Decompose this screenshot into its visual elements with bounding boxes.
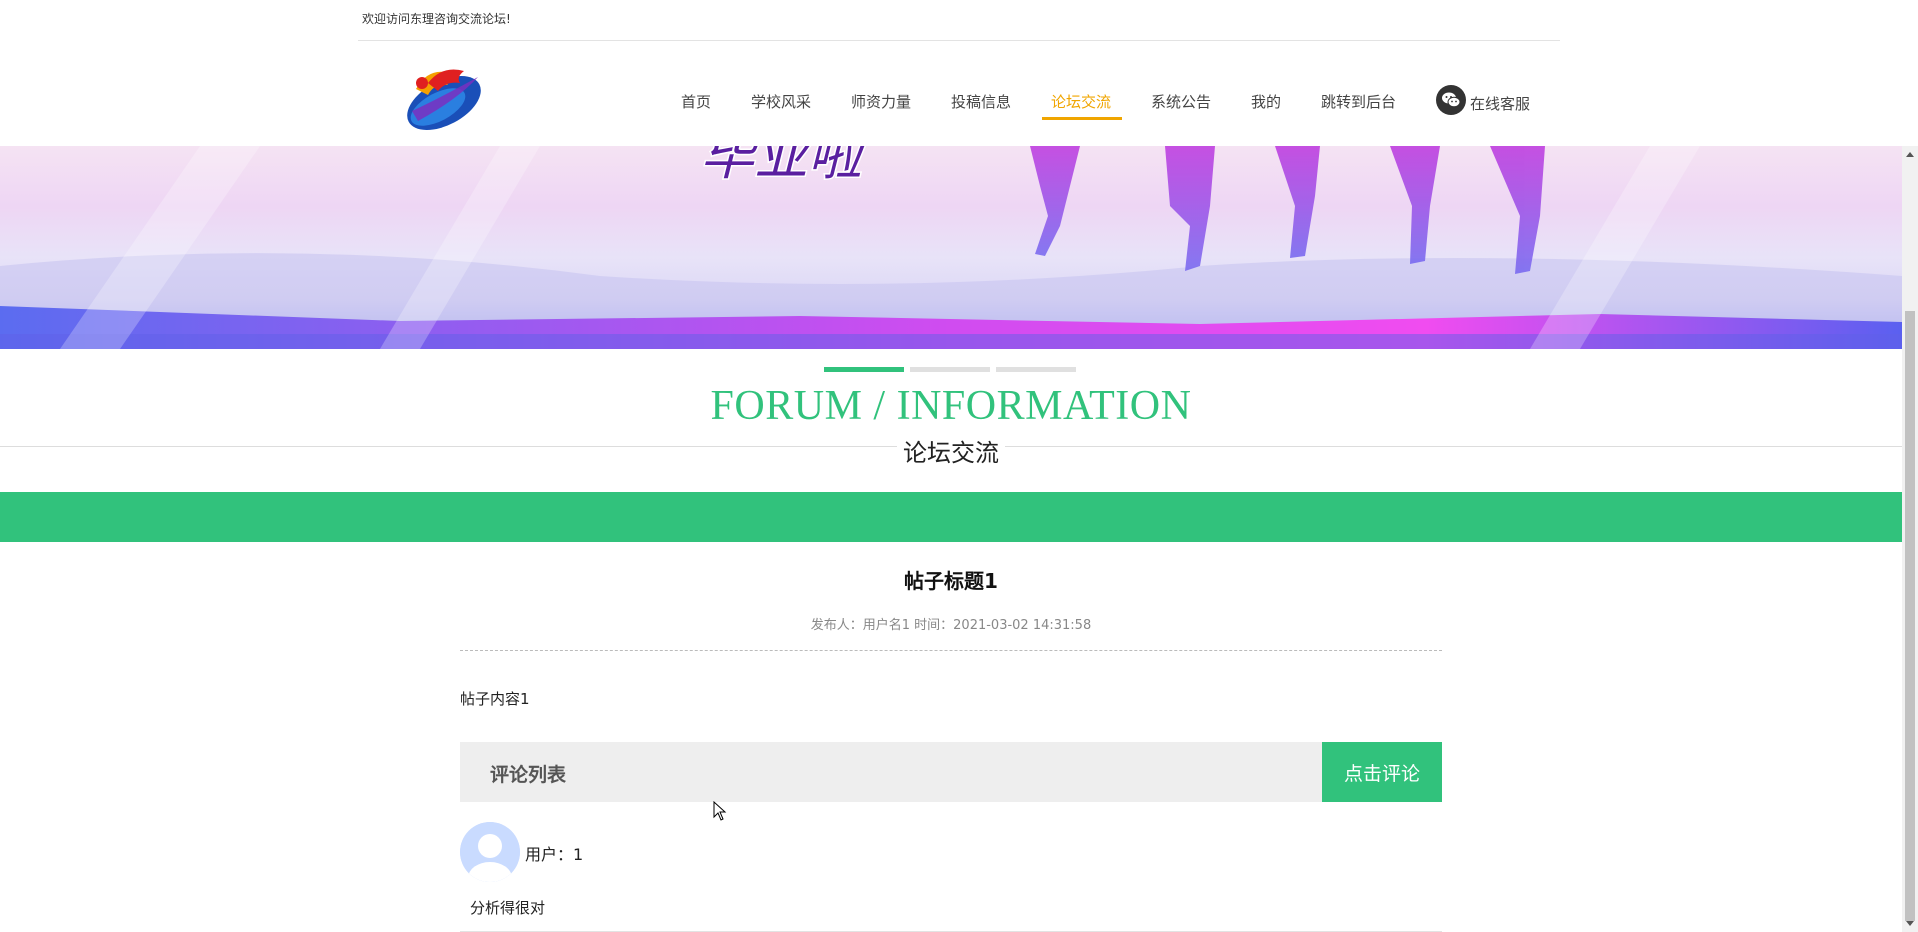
mouse-cursor-icon xyxy=(713,800,727,825)
nav-item-forum[interactable]: 论坛交流 xyxy=(1051,91,1111,112)
comment-user-label: 用户：1 xyxy=(525,845,584,864)
post-title: 帖子标题1 xyxy=(904,569,998,593)
comment-text: 分析得很对 xyxy=(470,899,546,917)
nav-item-submissions[interactable]: 投稿信息 xyxy=(951,91,1011,112)
page-scrollbar[interactable] xyxy=(1902,146,1918,932)
hero-banner: 毕业啦 xyxy=(0,146,1902,349)
carousel-dot-1[interactable] xyxy=(824,367,904,372)
avatar xyxy=(460,822,520,882)
section-title-cn: 论坛交流 xyxy=(0,433,1902,468)
nav-item-teachers[interactable]: 师资力量 xyxy=(851,91,911,112)
nav-item-school[interactable]: 学校风采 xyxy=(751,91,811,112)
online-service-button[interactable]: 在线客服 xyxy=(1436,85,1530,115)
scroll-down-arrow-icon[interactable] xyxy=(1906,921,1914,926)
scroll-thumb[interactable] xyxy=(1905,311,1915,921)
add-comment-button[interactable]: 点击评论 xyxy=(1322,742,1442,802)
carousel-dot-2[interactable] xyxy=(910,367,990,372)
nav-item-home[interactable]: 首页 xyxy=(681,91,711,112)
nav-item-announcements[interactable]: 系统公告 xyxy=(1151,91,1211,112)
svg-text:毕业啦: 毕业啦 xyxy=(700,146,868,186)
top-bar: 欢迎访问东理咨询交流论坛! xyxy=(358,0,1560,41)
wechat-icon xyxy=(1436,85,1466,115)
welcome-text: 欢迎访问东理咨询交流论坛! xyxy=(362,12,511,26)
nav-active-indicator xyxy=(1042,117,1122,120)
nav-item-mine[interactable]: 我的 xyxy=(1251,91,1281,112)
scroll-up-arrow-icon[interactable] xyxy=(1906,152,1914,157)
site-logo[interactable] xyxy=(398,59,490,131)
nav-item-admin[interactable]: 跳转到后台 xyxy=(1321,91,1396,112)
section-title-cn-text: 论坛交流 xyxy=(897,439,1005,467)
online-service-label: 在线客服 xyxy=(1470,94,1531,113)
header: 首页 学校风采 师资力量 投稿信息 论坛交流 系统公告 我的 跳转到后台 在线客… xyxy=(0,41,1902,146)
green-banner-bar xyxy=(0,492,1902,542)
post-divider xyxy=(460,650,1442,651)
carousel-indicators xyxy=(824,367,1076,372)
post-content: 帖子内容1 xyxy=(460,690,530,708)
comments-title: 评论列表 xyxy=(490,764,567,786)
carousel-dot-3[interactable] xyxy=(996,367,1076,372)
post-meta: 发布人：用户名1 时间：2021-03-02 14:31:58 xyxy=(810,618,1092,633)
section-title-en: FORUM / INFORMATION xyxy=(710,383,1192,429)
comments-header: 评论列表 点击评论 xyxy=(460,742,1442,802)
